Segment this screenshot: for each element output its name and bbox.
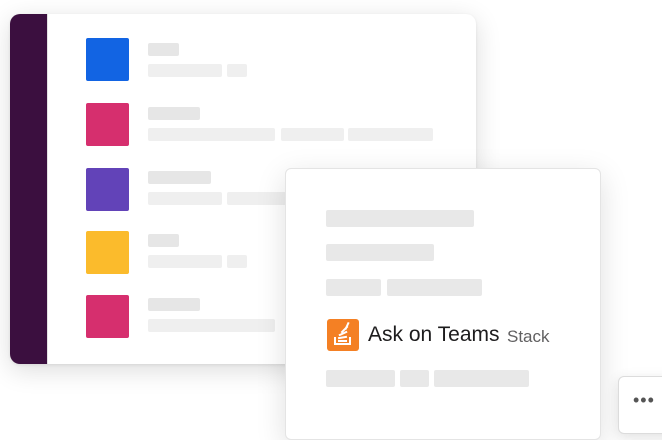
- app-title[interactable]: Ask on Teams: [368, 322, 500, 348]
- placeholder-text: [148, 319, 275, 332]
- placeholder-text: [348, 128, 433, 141]
- placeholder-text: [227, 64, 247, 77]
- placeholder-title: [148, 43, 179, 56]
- channel-avatar: [86, 103, 129, 146]
- placeholder-title: [148, 298, 200, 311]
- placeholder-text: [148, 64, 222, 77]
- placeholder-chip: [400, 370, 429, 387]
- channel-avatar: [86, 295, 129, 338]
- app-card: Ask on Teams Stack: [285, 168, 601, 440]
- placeholder-title: [148, 234, 179, 247]
- channel-avatar: [86, 38, 129, 81]
- placeholder-text: [148, 192, 222, 205]
- placeholder-line: [326, 244, 434, 261]
- list-item[interactable]: [86, 38, 466, 82]
- placeholder-text: [227, 192, 287, 205]
- placeholder-chip: [434, 370, 529, 387]
- placeholder-text: [281, 128, 344, 141]
- placeholder-chip: [326, 370, 395, 387]
- placeholder-text: [148, 128, 275, 141]
- workspace-sidebar: [10, 14, 47, 364]
- placeholder-chip: [326, 279, 381, 296]
- placeholder-text: [148, 255, 222, 268]
- placeholder-heading: [326, 210, 474, 227]
- placeholder-chip: [387, 279, 482, 296]
- channel-avatar: [86, 231, 129, 274]
- list-item[interactable]: [86, 103, 466, 147]
- more-horizontal-icon: •••: [633, 390, 655, 410]
- stack-overflow-icon: [327, 319, 359, 351]
- placeholder-title: [148, 171, 211, 184]
- app-subtitle: Stack: [507, 327, 550, 346]
- sidebar-divider: [47, 14, 48, 364]
- more-actions-button[interactable]: •••: [618, 376, 662, 434]
- channel-avatar: [86, 168, 129, 211]
- placeholder-text: [227, 255, 247, 268]
- placeholder-title: [148, 107, 200, 120]
